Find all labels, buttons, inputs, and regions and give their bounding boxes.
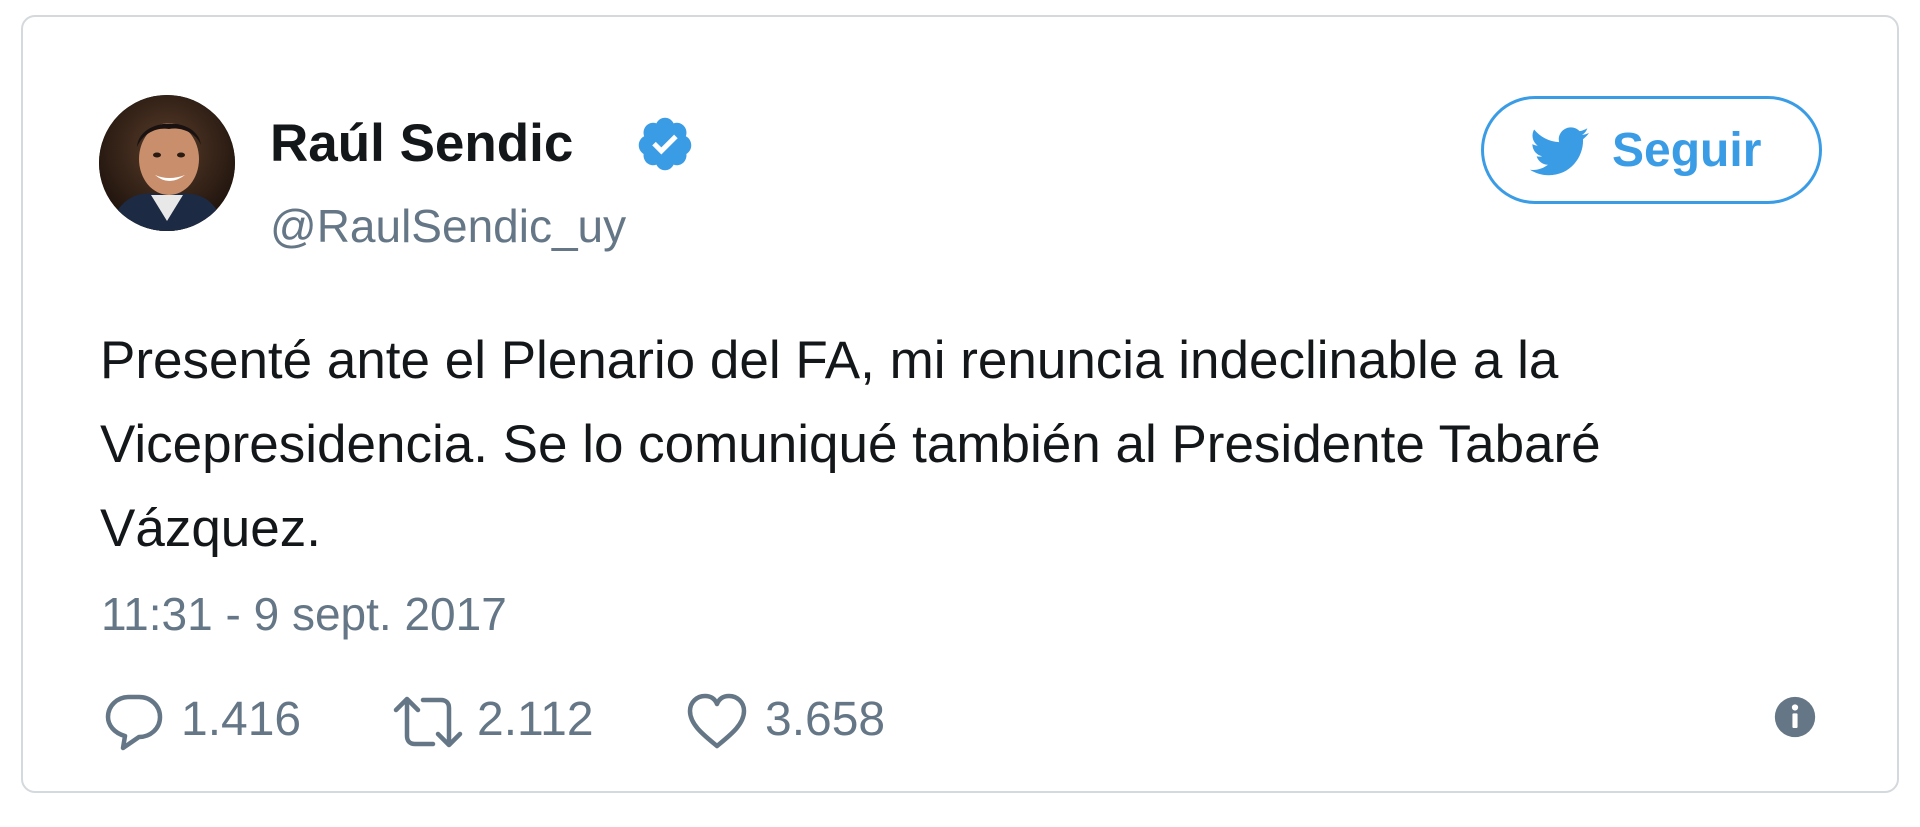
retweet-count: 2.112 xyxy=(477,693,594,746)
tweet-text-line: Vicepresidencia. Se lo comuniqué también… xyxy=(100,415,1601,474)
retweet-button[interactable]: 2.112 xyxy=(391,686,651,756)
twitter-bird-icon xyxy=(1530,127,1590,176)
info-icon[interactable] xyxy=(1773,695,1817,739)
reply-count: 1.416 xyxy=(181,693,302,746)
follow-button-label: Seguir xyxy=(1612,124,1762,177)
heart-icon xyxy=(687,693,747,749)
tweet-text-line: Vázquez. xyxy=(100,499,321,558)
retweet-icon xyxy=(393,696,463,748)
follow-button[interactable]: Seguir xyxy=(1481,96,1822,204)
verified-badge-icon xyxy=(638,117,692,171)
avatar-photo xyxy=(99,95,235,231)
tweet-timestamp[interactable]: 11:31 - 9 sept. 2017 xyxy=(101,591,507,637)
avatar[interactable] xyxy=(99,95,235,231)
reply-button[interactable]: 1.416 xyxy=(103,686,363,756)
user-name[interactable]: Raúl Sendic xyxy=(270,117,573,170)
like-button[interactable]: 3.658 xyxy=(685,686,945,756)
like-count: 3.658 xyxy=(765,693,886,746)
tweet-text: Presenté ante el Plenario del FA, mi ren… xyxy=(100,319,1860,571)
tweet-text-line: Presenté ante el Plenario del FA, mi ren… xyxy=(100,331,1559,390)
reply-icon xyxy=(105,694,163,751)
tweet-card: Raúl Sendic @RaulSendic_uy Seguir Presen… xyxy=(21,15,1899,793)
user-handle[interactable]: @RaulSendic_uy xyxy=(270,203,626,249)
